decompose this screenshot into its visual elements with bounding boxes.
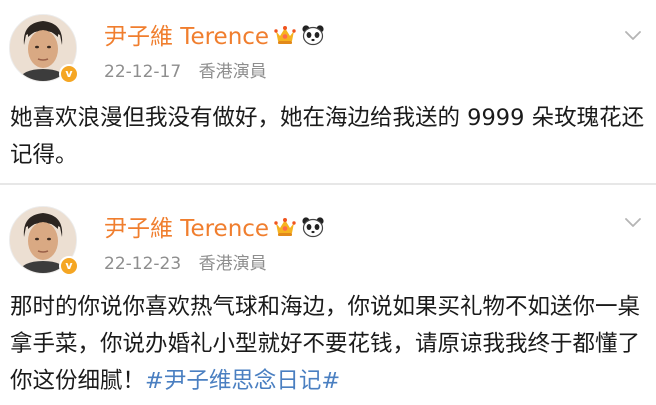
verified-v-icon: v xyxy=(59,256,79,276)
post-body: 她喜欢浪漫但我没有做好，她在海边给我送的 9999 朵玫瑰花还记得。 xyxy=(10,105,645,168)
verified-v-icon: v xyxy=(59,64,79,84)
avatar[interactable]: v xyxy=(9,14,79,84)
post-date: 22-12-17 xyxy=(104,62,182,82)
panda-icon xyxy=(301,216,325,242)
chevron-down-icon[interactable] xyxy=(624,28,642,42)
post-card: v 尹子維 Terence xyxy=(0,185,656,405)
crown-badge-icon xyxy=(273,216,297,242)
avatar[interactable]: v xyxy=(9,206,79,276)
chevron-down-icon[interactable] xyxy=(624,215,642,229)
user-name[interactable]: 尹子維 Terence xyxy=(104,22,269,52)
post-meta: 22-12-17 香港演員 xyxy=(104,61,267,83)
weibo-feed: v 尹子維 Terence 22-12-17 香港演員 她喜欢浪漫但我没有做好，… xyxy=(0,0,656,405)
author-row: 尹子維 Terence xyxy=(104,22,325,52)
hashtag-link[interactable]: #尹子维思念日记# xyxy=(145,368,340,394)
post-source: 香港演員 xyxy=(198,62,267,82)
post-source: 香港演員 xyxy=(198,254,267,274)
author-row: 尹子維 Terence xyxy=(104,214,325,244)
crown-badge-icon xyxy=(273,24,297,50)
post-card: v 尹子維 Terence xyxy=(0,0,656,183)
post-text: 那时的你说你喜欢热气球和海边，你说如果买礼物不如送你一桌拿手菜，你说办婚礼小型就… xyxy=(10,289,646,400)
post-text: 她喜欢浪漫但我没有做好，她在海边给我送的 9999 朵玫瑰花还记得。 xyxy=(10,100,646,174)
user-name[interactable]: 尹子維 Terence xyxy=(104,214,269,244)
post-meta: 22-12-23 香港演員 xyxy=(104,253,267,275)
post-date: 22-12-23 xyxy=(104,254,182,274)
panda-icon xyxy=(301,24,325,50)
